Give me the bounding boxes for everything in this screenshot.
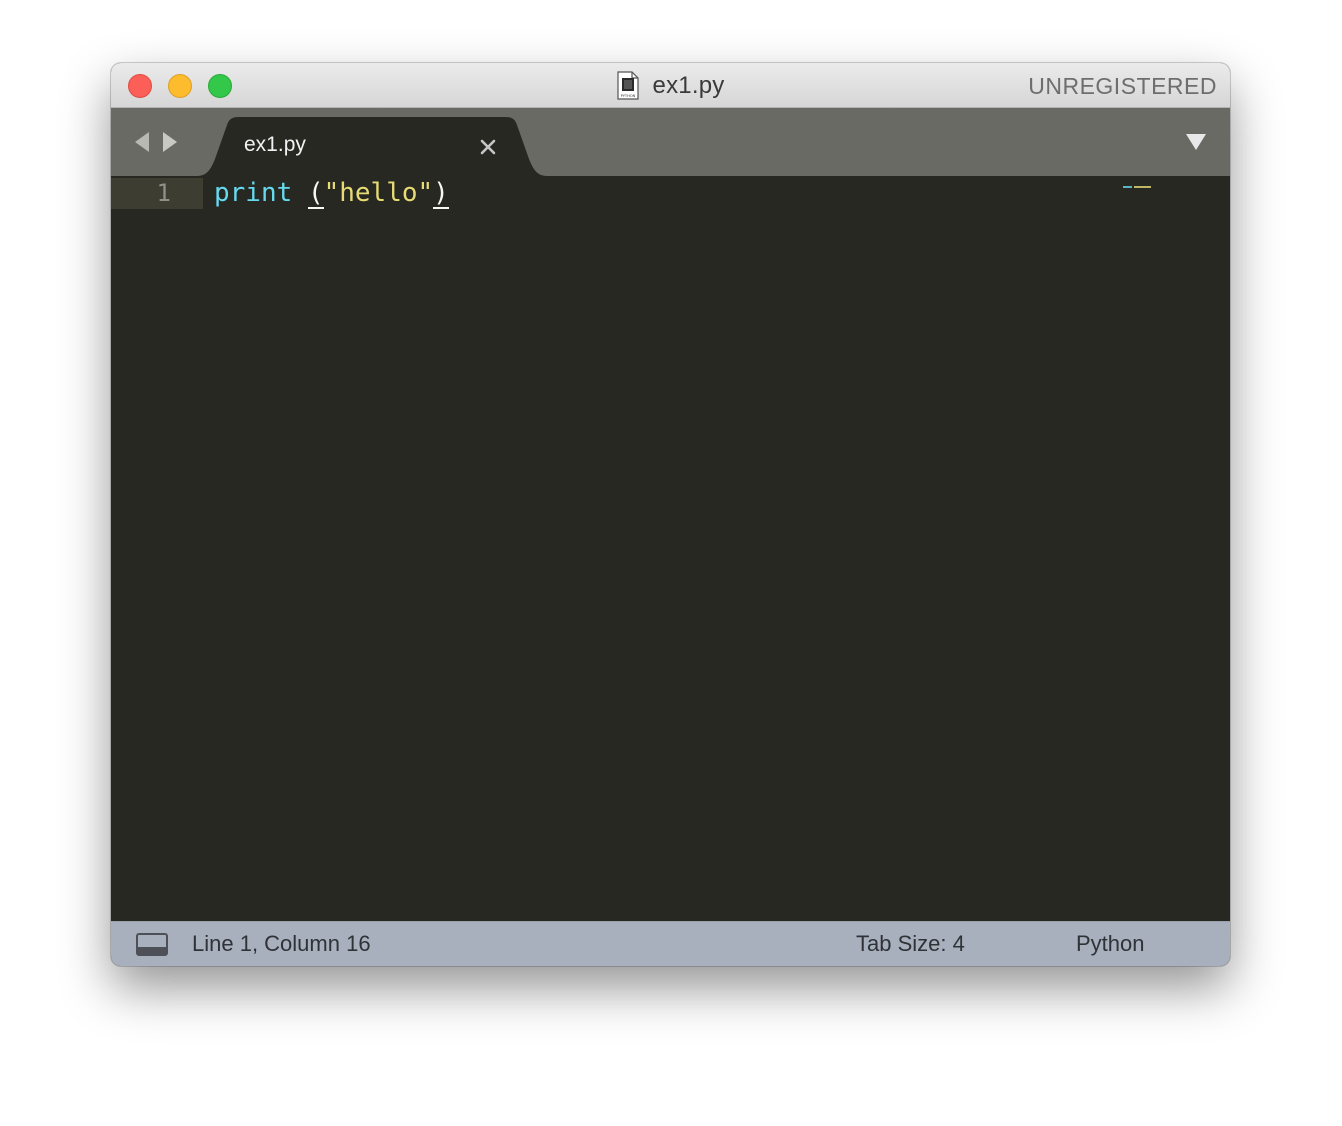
window-title: ex1.py — [652, 71, 725, 99]
panel-toggle-icon[interactable] — [136, 933, 168, 956]
tab-size-selector[interactable]: Tab Size: 4 — [856, 922, 965, 966]
code-token-close-paren: ) — [433, 178, 449, 209]
minimize-window-button[interactable] — [168, 74, 192, 98]
code-line[interactable]: print ("hello") — [214, 178, 449, 209]
tab-bar: ex1.py — [111, 108, 1230, 176]
python-file-icon: PYTHON — [616, 71, 639, 100]
editor-window: PYTHON ex1.py UNREGISTERED ex1.py 1 prin… — [111, 63, 1230, 966]
tab-ex1-py[interactable]: ex1.py — [197, 117, 547, 176]
zoom-window-button[interactable] — [208, 74, 232, 98]
cursor-position: Line 1, Column 16 — [192, 931, 371, 956]
x-icon[interactable] — [479, 138, 497, 156]
tab-label: ex1.py — [244, 133, 306, 156]
title-bar[interactable]: PYTHON ex1.py UNREGISTERED — [111, 63, 1230, 108]
code-token-builtin: print — [214, 178, 293, 208]
syntax-selector[interactable]: Python — [1076, 922, 1145, 966]
code-editor[interactable]: 1 print ("hello") — [111, 176, 1230, 921]
arrow-right-icon[interactable] — [161, 131, 179, 153]
registration-status: UNREGISTERED — [1028, 73, 1217, 99]
code-token-string: "hello" — [323, 178, 434, 208]
minimap[interactable] — [1123, 176, 1153, 188]
status-bar: Line 1, Column 16 Tab Size: 4 Python — [111, 921, 1230, 966]
line-number: 1 — [156, 179, 171, 207]
close-window-button[interactable] — [128, 74, 152, 98]
code-token-open-paren: ( — [307, 178, 324, 209]
file-icon-label: PYTHON — [620, 94, 635, 98]
arrow-left-icon[interactable] — [133, 131, 151, 153]
tab-navigation — [133, 131, 183, 153]
triangle-down-icon[interactable] — [1185, 133, 1207, 151]
